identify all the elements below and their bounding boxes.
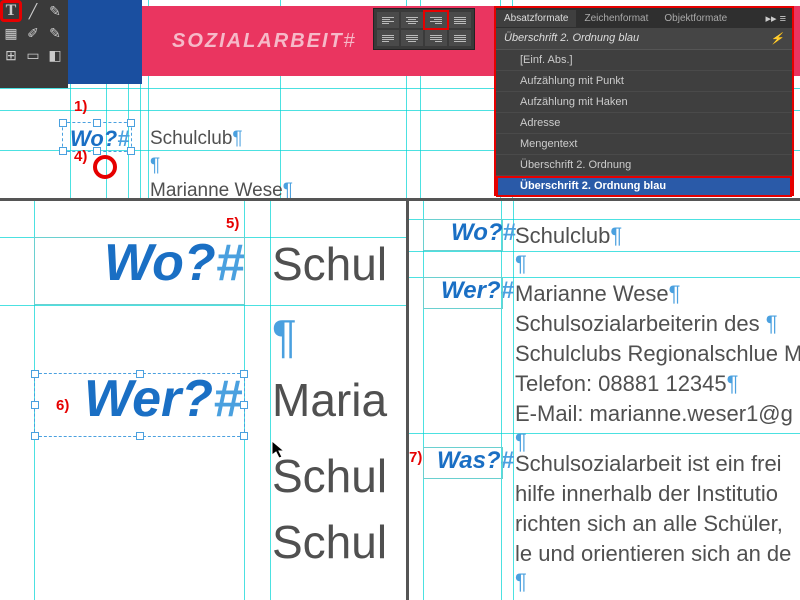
tab-absatzformate[interactable]: Absatzformate (496, 10, 576, 27)
schulclub-med: Schulclub¶ (515, 221, 622, 252)
align-5[interactable] (377, 30, 399, 46)
header-title: SOZIALARBEIT (172, 30, 344, 53)
style-item-4[interactable]: Mengentext (496, 134, 792, 155)
annotation-circle (93, 155, 117, 179)
style-item-1[interactable]: Aufzählung mit Punkt (496, 71, 792, 92)
line5: Telefon: 08881 12345¶ (515, 369, 738, 400)
line6: E-Mail: marianne.weser1@g (515, 399, 793, 430)
current-style: Überschrift 2. Ordnung blau⚡ (496, 28, 792, 50)
annotation-6: 6) (56, 397, 69, 414)
tab-objektformate[interactable]: Objektformate (656, 10, 735, 27)
tool-6[interactable]: ✎ (44, 22, 66, 44)
align-left[interactable] (377, 12, 399, 28)
maria-big: Maria (272, 373, 387, 427)
panel-menu-icon[interactable]: ▸▸ ≡ (759, 12, 792, 25)
annotation-1: 1) (74, 98, 87, 115)
align-center[interactable] (401, 12, 423, 28)
marianne-med: Marianne Wese¶ (515, 279, 681, 310)
tool-5[interactable]: ✐ (22, 22, 44, 44)
tool-9[interactable]: ◧ (44, 44, 66, 66)
align-right[interactable] (425, 12, 447, 28)
style-item-5[interactable]: Überschrift 2. Ordnung (496, 155, 792, 176)
paragraph-styles-panel: Absatzformate Zeichenformat Objektformat… (494, 6, 794, 196)
schul-big3: Schul (272, 515, 387, 569)
tool-7[interactable]: ⊞ (0, 44, 22, 66)
annotation-4: 4) (74, 148, 87, 165)
was3: richten sich an alle Schüler, (515, 509, 783, 540)
align-justify[interactable] (449, 12, 471, 28)
style-item-2[interactable]: Aufzählung mit Haken (496, 92, 792, 113)
annotation-7: 7) (409, 449, 422, 466)
bolt-icon[interactable]: ⚡ (770, 32, 784, 45)
align-7[interactable] (425, 30, 447, 46)
was2: hilfe innerhalb der Institutio (515, 479, 778, 510)
tools-panel: T ╱ ✎ ▦ ✐ ✎ ⊞ ▭ ◧ (0, 0, 68, 88)
tool-4[interactable]: ▦ (0, 22, 22, 44)
pilcrow: ¶ (150, 155, 160, 177)
align-8[interactable] (449, 30, 471, 46)
tab-zeichenformat[interactable]: Zeichenformat (576, 10, 656, 27)
type-tool[interactable]: T (0, 0, 22, 22)
style-item-0[interactable]: [Einf. Abs.] (496, 50, 792, 71)
tool-2[interactable]: ╱ (22, 0, 44, 22)
schulclub-text: Schulclub¶ (150, 128, 243, 150)
tool-3[interactable]: ✎ (44, 0, 66, 22)
cursor-icon (272, 441, 290, 461)
blue-block (68, 0, 142, 84)
schul-big: Schul (272, 237, 387, 291)
was4: le und orientieren sich an de (515, 539, 791, 570)
paragraph-align-panel (373, 8, 475, 50)
tool-8[interactable]: ▭ (22, 44, 44, 66)
line3: Schulsozialarbeiterin des ¶ (515, 309, 778, 340)
style-item-3[interactable]: Adresse (496, 113, 792, 134)
style-item-6[interactable]: Überschrift 2. Ordnung blau (496, 176, 792, 197)
align-6[interactable] (401, 30, 423, 46)
line4: Schulclubs Regionalschlue M (515, 339, 800, 370)
pilcrow-big: ¶ (272, 309, 297, 363)
annotation-5: 5) (226, 215, 239, 232)
was1: Schulsozialarbeit ist ein frei (515, 449, 782, 480)
